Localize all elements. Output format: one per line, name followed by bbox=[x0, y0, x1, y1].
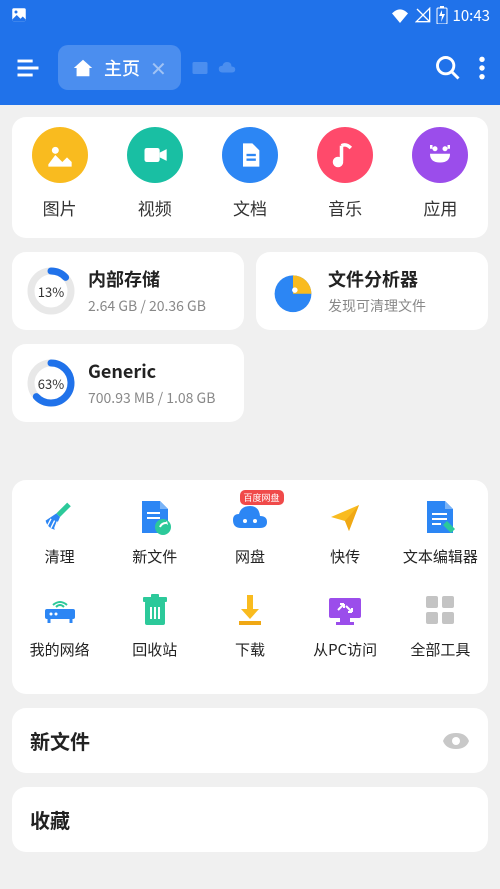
storage-card-analyzer[interactable]: 文件分析器 发现可清理文件 bbox=[256, 252, 488, 330]
storage-card-generic[interactable]: 63% Generic 700.93 MB / 1.08 GB bbox=[12, 344, 244, 422]
tool-label: 下载 bbox=[235, 639, 265, 660]
section-收藏[interactable]: 收藏 bbox=[12, 787, 488, 852]
more-icon[interactable] bbox=[478, 55, 486, 81]
status-bar: 10:43 bbox=[0, 0, 500, 30]
category-label: 应用 bbox=[423, 195, 457, 220]
category-label: 视频 bbox=[138, 195, 172, 220]
send-icon bbox=[326, 498, 364, 536]
tools-row: 我的网络 回收站 下载 从PC访问 全部工具 bbox=[12, 591, 488, 660]
tool-network[interactable]: 我的网络 bbox=[12, 591, 107, 660]
storage-ring: 63% bbox=[26, 358, 76, 408]
clean-icon bbox=[41, 498, 79, 536]
category-image[interactable]: 图片 bbox=[32, 127, 88, 220]
download-icon bbox=[231, 591, 269, 629]
battery-icon bbox=[436, 6, 448, 24]
category-video[interactable]: 视频 bbox=[127, 127, 183, 220]
category-label: 图片 bbox=[43, 195, 77, 220]
tool-label: 回收站 bbox=[132, 639, 177, 660]
storage-row: 13% 内部存储 2.64 GB / 20.36 GB 文件分析器 发现可清理文… bbox=[12, 252, 488, 330]
textedit-icon bbox=[421, 498, 459, 536]
tool-trash[interactable]: 回收站 bbox=[107, 591, 202, 660]
search-icon[interactable] bbox=[434, 54, 462, 82]
category-music[interactable]: 音乐 bbox=[317, 127, 373, 220]
category-doc[interactable]: 文档 bbox=[222, 127, 278, 220]
video-icon bbox=[127, 127, 183, 183]
category-app[interactable]: 应用 bbox=[412, 127, 468, 220]
signal-icon bbox=[415, 7, 431, 23]
storage-row-2: 63% Generic 700.93 MB / 1.08 GB bbox=[12, 344, 488, 422]
storage-subtitle: 发现可清理文件 bbox=[328, 296, 426, 316]
pc-icon bbox=[326, 591, 364, 629]
tool-label: 文本编辑器 bbox=[403, 546, 478, 567]
storage-subtitle: 2.64 GB / 20.36 GB bbox=[88, 296, 206, 316]
wifi-icon bbox=[390, 7, 410, 23]
category-grid: 图片 视频 文档 音乐 应用 bbox=[12, 117, 488, 238]
tool-badge: 百度网盘 bbox=[240, 490, 284, 505]
storage-title: 内部存储 bbox=[88, 266, 206, 292]
storage-title: 文件分析器 bbox=[328, 266, 426, 292]
grid-icon bbox=[421, 591, 459, 629]
bg-cloud-icon bbox=[217, 59, 237, 77]
tool-clean[interactable]: 清理 bbox=[12, 498, 107, 567]
tool-label: 网盘 bbox=[235, 546, 265, 567]
section-title: 新文件 bbox=[30, 726, 90, 755]
tool-pc[interactable]: 从PC访问 bbox=[298, 591, 393, 660]
tool-label: 全部工具 bbox=[410, 639, 470, 660]
category-label: 音乐 bbox=[328, 195, 362, 220]
tab-close-icon[interactable]: ✕ bbox=[150, 53, 167, 82]
tool-label: 清理 bbox=[45, 546, 75, 567]
tab-home[interactable]: 主页 ✕ bbox=[58, 45, 181, 90]
app-header: 主页 ✕ bbox=[0, 30, 500, 105]
status-time: 10:43 bbox=[453, 5, 490, 26]
tool-textedit[interactable]: 文本编辑器 bbox=[393, 498, 488, 567]
app-icon bbox=[412, 127, 468, 183]
network-icon bbox=[41, 591, 79, 629]
storage-title: Generic bbox=[88, 358, 215, 384]
tab-label: 主页 bbox=[104, 55, 140, 81]
tool-download[interactable]: 下载 bbox=[202, 591, 297, 660]
trash-icon bbox=[136, 591, 174, 629]
tools-row: 清理 新文件 百度网盘 网盘 快传 文本编辑器 bbox=[12, 498, 488, 567]
section-title: 收藏 bbox=[30, 805, 70, 834]
tool-label: 新文件 bbox=[132, 546, 177, 567]
menu-icon[interactable] bbox=[14, 54, 42, 82]
pie-icon bbox=[270, 268, 316, 314]
category-label: 文档 bbox=[233, 195, 267, 220]
storage-ring: 13% bbox=[26, 266, 76, 316]
home-icon bbox=[72, 57, 94, 79]
tool-label: 从PC访问 bbox=[313, 639, 377, 660]
tool-send[interactable]: 快传 bbox=[298, 498, 393, 567]
music-icon bbox=[317, 127, 373, 183]
eye-icon[interactable] bbox=[442, 731, 470, 751]
section-新文件[interactable]: 新文件 bbox=[12, 708, 488, 773]
content-area: 图片 视频 文档 音乐 应用 13% 内部存储 2.64 GB / 20.36 … bbox=[0, 105, 500, 889]
image-notif-icon bbox=[10, 6, 28, 24]
bg-window-icon bbox=[191, 59, 209, 77]
newfile-icon bbox=[136, 498, 174, 536]
tool-label: 我的网络 bbox=[30, 639, 90, 660]
storage-subtitle: 700.93 MB / 1.08 GB bbox=[88, 388, 215, 408]
tools-card: 清理 新文件 百度网盘 网盘 快传 文本编辑器 我的网络 bbox=[12, 480, 488, 694]
tool-cloud[interactable]: 百度网盘 网盘 bbox=[202, 498, 297, 567]
storage-card-internal[interactable]: 13% 内部存储 2.64 GB / 20.36 GB bbox=[12, 252, 244, 330]
doc-icon bbox=[222, 127, 278, 183]
tool-newfile[interactable]: 新文件 bbox=[107, 498, 202, 567]
tool-grid[interactable]: 全部工具 bbox=[393, 591, 488, 660]
tool-label: 快传 bbox=[330, 546, 360, 567]
image-icon bbox=[32, 127, 88, 183]
